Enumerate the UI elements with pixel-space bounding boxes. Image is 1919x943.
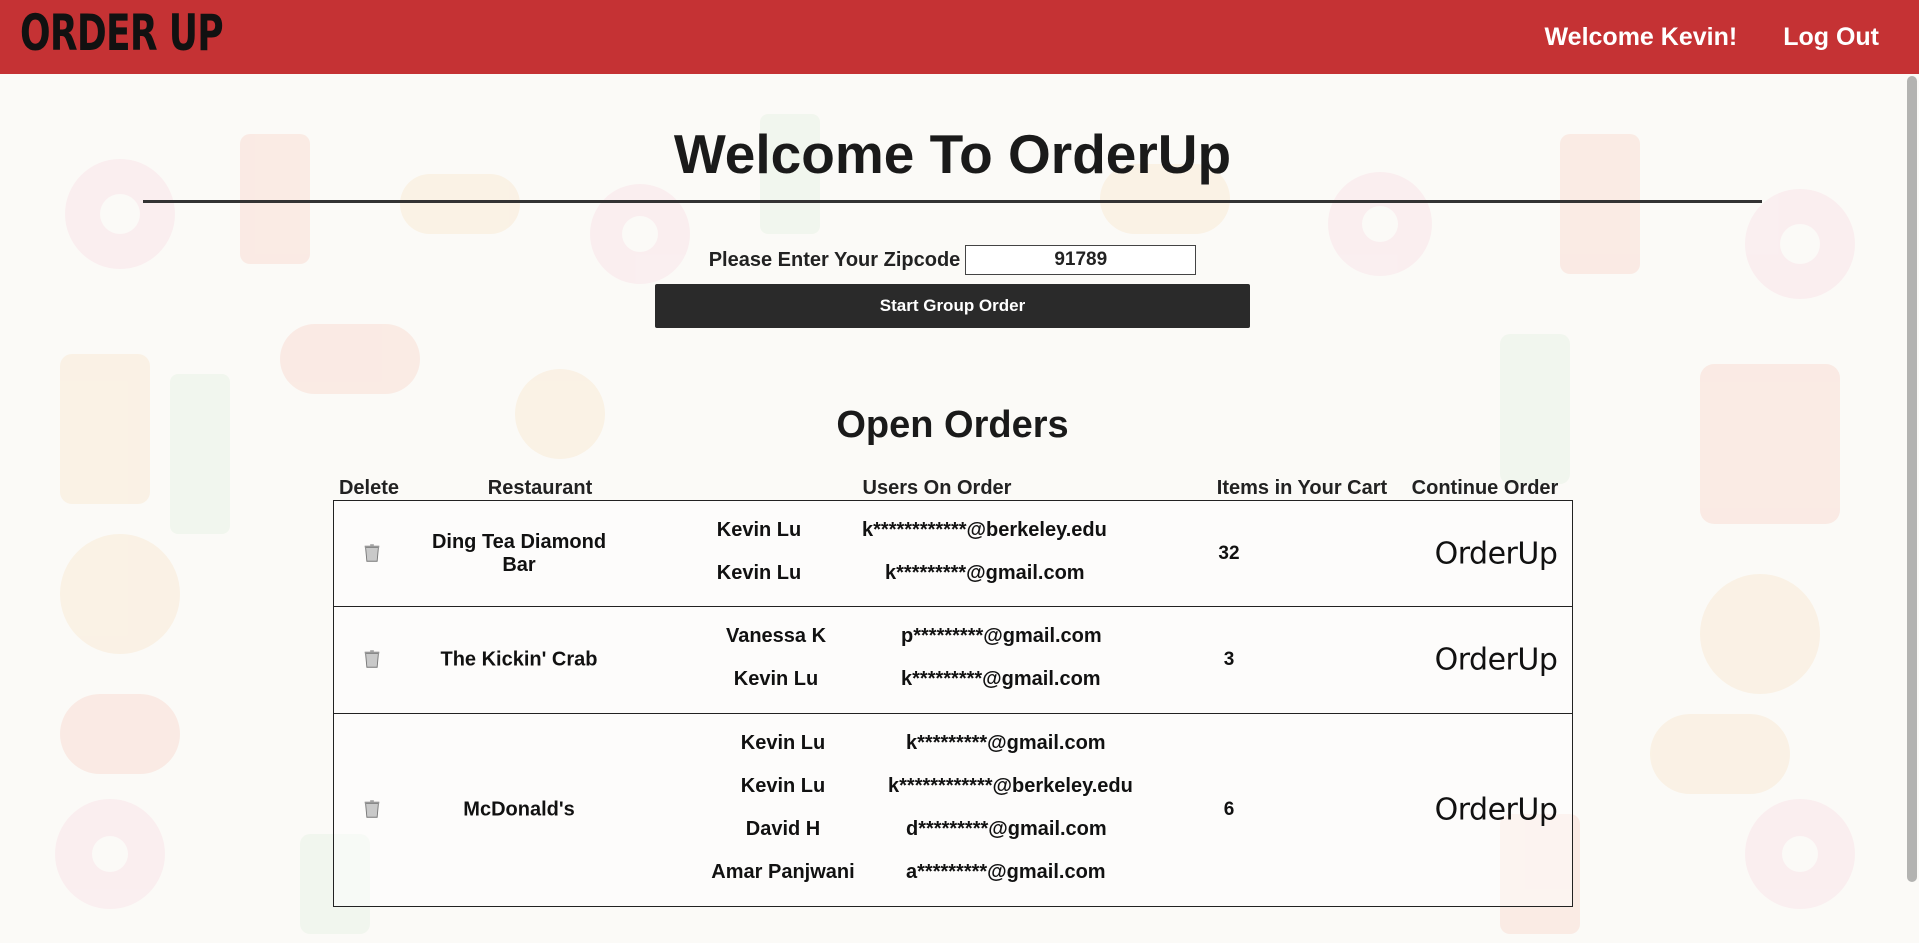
user-email: k*********@gmail.com bbox=[906, 732, 1106, 754]
restaurant-name: The Kickin' Crab bbox=[440, 648, 598, 671]
user-name: Kevin Lu bbox=[733, 668, 819, 690]
user-email: a*********@gmail.com bbox=[906, 861, 1106, 883]
logo[interactable]: ORDER UP bbox=[20, 8, 224, 58]
user-name: Kevin Lu bbox=[740, 775, 826, 797]
navbar: ORDER UP Welcome Kevin! Log Out bbox=[0, 0, 1919, 74]
user-email: d*********@gmail.com bbox=[906, 818, 1107, 840]
continue-order-link[interactable]: OrderUp bbox=[1421, 793, 1571, 828]
user-entry: Vanessa K p*********@gmail.com bbox=[696, 625, 1102, 648]
main-content: Welcome To OrderUp Please Enter Your Zip… bbox=[0, 74, 1919, 943]
scrollbar-thumb[interactable] bbox=[1907, 76, 1917, 882]
user-entry: Amar Panjwani a*********@gmail.com bbox=[703, 861, 1106, 884]
header-restaurant: Restaurant bbox=[487, 477, 593, 499]
title-divider bbox=[143, 200, 1762, 203]
header-items: Items in Your Cart bbox=[1216, 477, 1388, 499]
user-email: p*********@gmail.com bbox=[901, 625, 1102, 647]
user-entry: Kevin Lu k************@berkeley.edu bbox=[679, 519, 1107, 542]
welcome-link[interactable]: Welcome Kevin! bbox=[1545, 23, 1738, 52]
trash-icon[interactable] bbox=[360, 542, 384, 566]
user-email: k*********@gmail.com bbox=[901, 668, 1101, 690]
cart-items-count: 3 bbox=[1223, 649, 1235, 670]
user-entry: Kevin Lu k*********@gmail.com bbox=[679, 562, 1085, 585]
nav-right: Welcome Kevin! Log Out bbox=[1545, 23, 1879, 52]
user-name: Amar Panjwani bbox=[711, 861, 855, 883]
continue-order-link[interactable]: OrderUp bbox=[1421, 536, 1571, 571]
logout-link[interactable]: Log Out bbox=[1783, 23, 1879, 52]
user-name: Kevin Lu bbox=[716, 519, 802, 541]
header-delete: Delete bbox=[338, 477, 400, 499]
order-row: The Kickin' Crab Vanessa K p*********@gm… bbox=[333, 607, 1573, 714]
user-email: k************@berkeley.edu bbox=[862, 519, 1107, 541]
continue-order-link[interactable]: OrderUp bbox=[1421, 643, 1571, 678]
restaurant-name: Ding Tea Diamond Bar bbox=[431, 530, 607, 576]
zipcode-row: Please Enter Your Zipcode bbox=[0, 245, 1905, 275]
page-title: Welcome To OrderUp bbox=[673, 123, 1232, 185]
user-name: Kevin Lu bbox=[716, 562, 802, 584]
header-continue: Continue Order bbox=[1411, 477, 1559, 499]
user-entry: Kevin Lu k*********@gmail.com bbox=[696, 668, 1101, 691]
cart-items-count: 32 bbox=[1218, 542, 1240, 564]
cart-items-count: 6 bbox=[1223, 799, 1235, 820]
trash-icon[interactable] bbox=[360, 648, 384, 672]
zipcode-label: Please Enter Your Zipcode bbox=[708, 248, 961, 271]
user-name: Vanessa K bbox=[725, 625, 827, 647]
restaurant-name: McDonald's bbox=[463, 798, 575, 821]
header-users: Users On Order bbox=[862, 477, 1012, 499]
trash-icon[interactable] bbox=[360, 798, 384, 822]
orders-table: Ding Tea Diamond Bar Kevin Lu k*********… bbox=[333, 500, 1573, 907]
order-row: Ding Tea Diamond Bar Kevin Lu k*********… bbox=[333, 500, 1573, 607]
user-name: Kevin Lu bbox=[740, 732, 826, 754]
user-email: k************@berkeley.edu bbox=[888, 775, 1133, 797]
order-row: McDonald's Kevin Lu k*********@gmail.com… bbox=[333, 714, 1573, 907]
user-entry: David H d*********@gmail.com bbox=[703, 818, 1107, 841]
start-group-order-button[interactable]: Start Group Order bbox=[655, 284, 1250, 328]
user-entry: Kevin Lu k*********@gmail.com bbox=[703, 732, 1106, 755]
user-email: k*********@gmail.com bbox=[885, 562, 1085, 584]
open-orders-title: Open Orders bbox=[836, 404, 1069, 446]
user-name: David H bbox=[745, 818, 821, 840]
zipcode-input[interactable] bbox=[965, 245, 1197, 275]
user-entry: Kevin Lu k************@berkeley.edu bbox=[703, 775, 1133, 798]
